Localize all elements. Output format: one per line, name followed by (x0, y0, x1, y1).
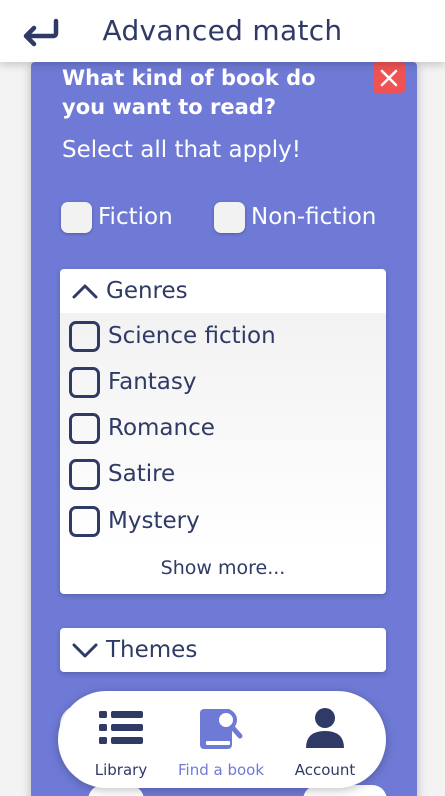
genre-item-fantasy[interactable]: Fantasy (69, 365, 197, 399)
show-more-link[interactable]: Show more... (60, 557, 386, 579)
nav-account[interactable]: Account (270, 703, 380, 783)
genre-item-mystery[interactable]: Mystery (69, 504, 200, 538)
nav-label: Find a book (177, 761, 265, 779)
checkbox-box[interactable] (69, 412, 100, 444)
nav-label: Account (294, 761, 356, 779)
genre-list: Science fiction Fantasy Romance Satire M… (60, 313, 386, 553)
nav-library[interactable]: Library (66, 703, 176, 783)
checkbox-box[interactable] (69, 505, 100, 537)
checkbox-box[interactable] (69, 366, 100, 398)
bottom-nav: Library Find a book Account (58, 691, 386, 788)
page-title: Advanced match (102, 14, 343, 47)
genre-label: Satire (108, 461, 176, 487)
nav-label: Library (94, 761, 148, 779)
genres-toggle[interactable]: Genres (60, 269, 386, 313)
book-search-icon (200, 709, 243, 749)
checkbox-box[interactable] (214, 201, 245, 233)
genre-label: Romance (108, 415, 215, 441)
themes-toggle[interactable]: Themes (60, 628, 386, 672)
close-button[interactable] (373, 62, 405, 93)
chevron-down-icon (72, 643, 98, 658)
fiction-checkbox[interactable]: Fiction (61, 200, 173, 234)
genre-label: Fantasy (108, 369, 197, 395)
genres-title: Genres (106, 278, 188, 304)
list-icon (99, 711, 143, 744)
genres-section: Genres Science fiction Fantasy Romance S… (60, 269, 386, 594)
genre-item-science-fiction[interactable]: Science fiction (69, 319, 276, 353)
checkbox-box[interactable] (69, 320, 100, 352)
checkbox-box[interactable] (61, 201, 92, 233)
themes-title: Themes (106, 637, 198, 663)
close-icon (380, 69, 398, 86)
genre-item-romance[interactable]: Romance (69, 411, 215, 445)
nav-find-book[interactable]: Find a book (166, 703, 276, 783)
question-title: What kind of book do you want to read? (62, 66, 316, 119)
top-bar: Advanced match (0, 0, 445, 62)
fiction-label: Fiction (98, 204, 173, 230)
non-fiction-label: Non-fiction (251, 204, 377, 230)
genre-item-satire[interactable]: Satire (69, 457, 175, 491)
themes-section: Themes (60, 628, 386, 672)
user-icon (306, 708, 344, 748)
non-fiction-checkbox[interactable]: Non-fiction (214, 200, 376, 234)
checkbox-box[interactable] (69, 458, 100, 490)
genre-label: Mystery (108, 508, 200, 534)
question-subtitle: Select all that apply! (62, 137, 301, 163)
genre-label: Science fiction (108, 323, 276, 349)
chevron-up-icon (72, 284, 98, 299)
